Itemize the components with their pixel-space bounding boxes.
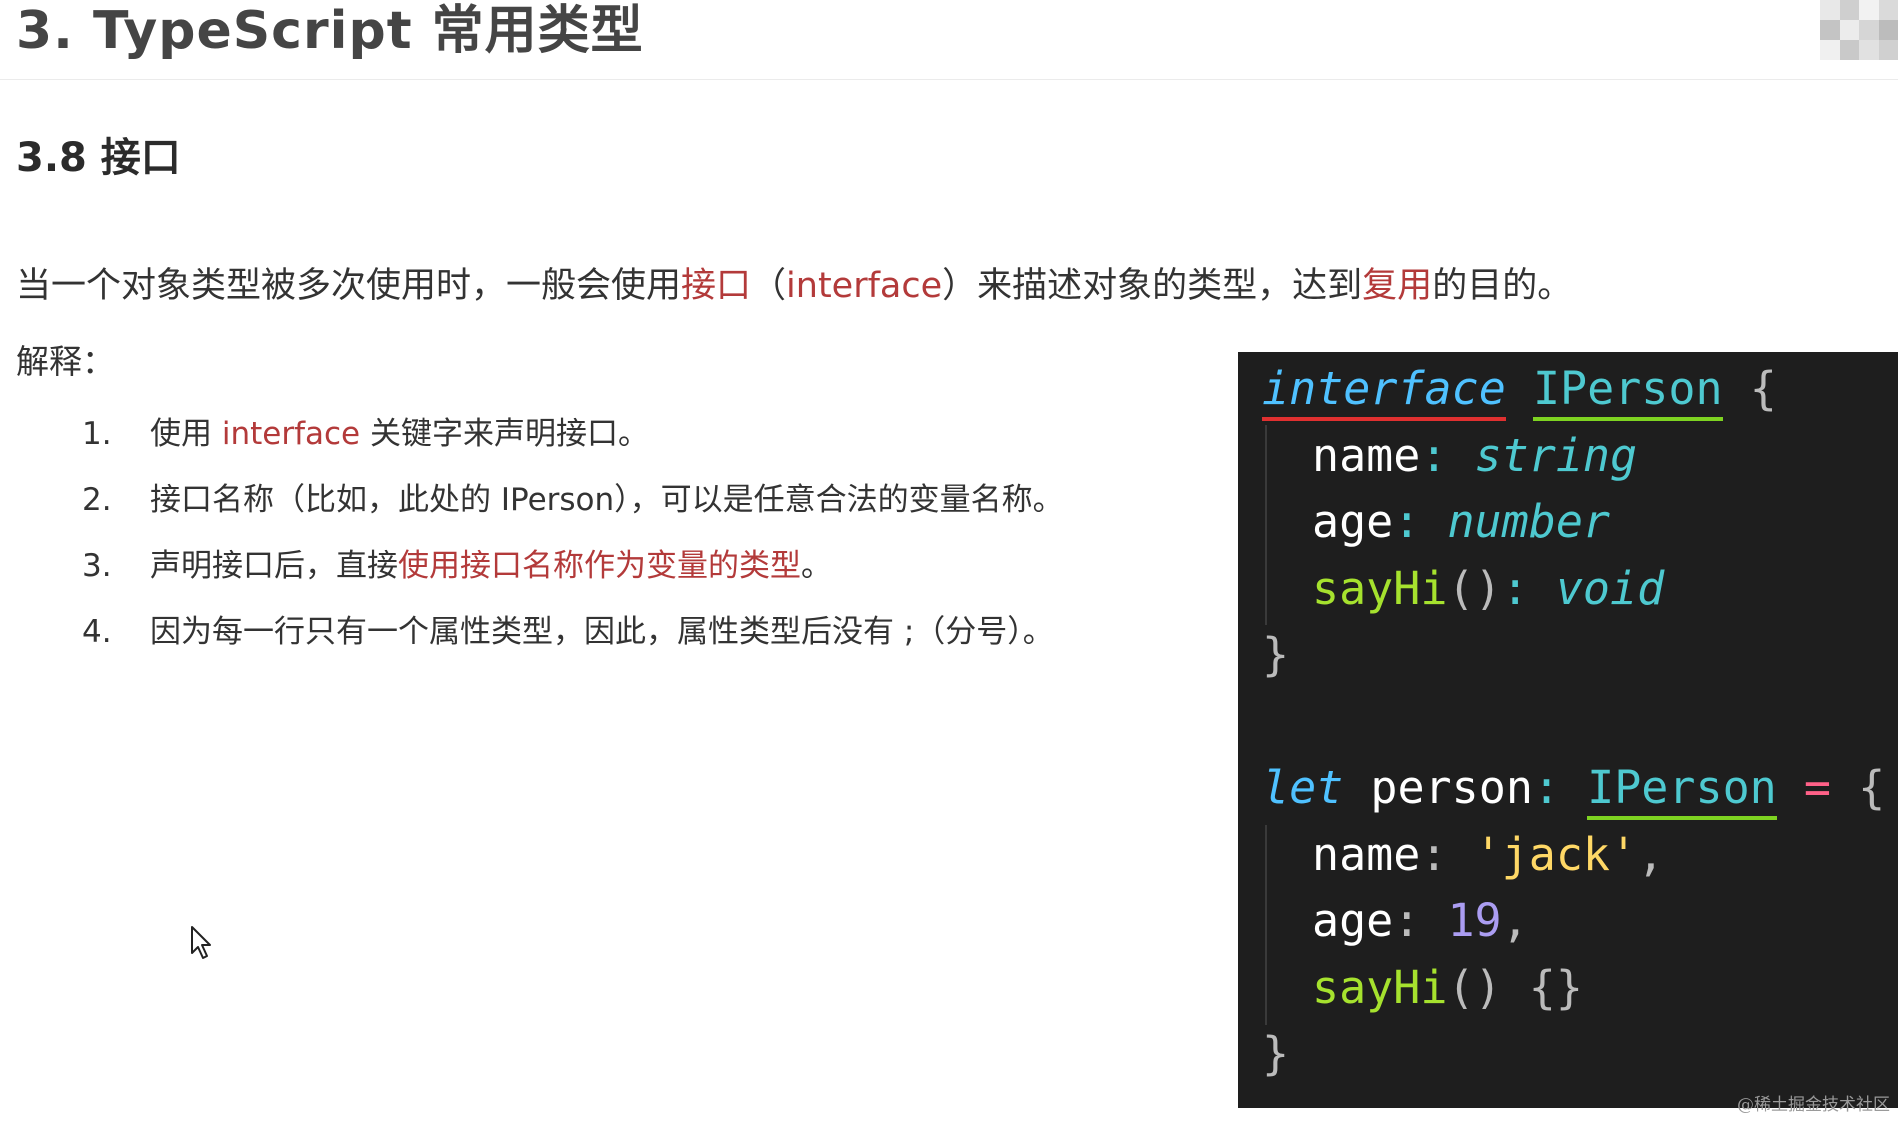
code-string-value: 'jack' [1474,827,1638,881]
list-item-number: 1. [82,416,112,452]
list-item-number: 4. [82,614,112,650]
code-type-number: number [1447,495,1611,548]
code-line: name: string [1262,423,1898,490]
code-colon: : [1420,428,1448,482]
code-variable-person: person [1370,761,1533,814]
list-item-text-part: 关键字来声明接口。 [360,416,649,452]
code-comma: , [1637,827,1665,881]
code-property-name: name [1312,827,1421,881]
avatar-pixel [1820,40,1840,60]
intro-highlight-reuse: 复用 [1362,266,1433,306]
code-line: age: number [1262,489,1898,556]
page-header: 3. TypeScript 常用类型 [0,0,1898,80]
code-line: } [1262,1021,1898,1088]
code-line: sayHi(): void [1262,556,1898,623]
code-line: name: 'jack', [1262,822,1898,889]
code-property-age: age [1312,495,1394,548]
avatar-pixel [1859,20,1879,40]
list-item-text-part: 。 [801,548,832,584]
intro-text: （ [751,266,787,306]
code-property-name: name [1312,428,1421,482]
code-brace: } [1262,1027,1290,1080]
list-item-number: 2. [82,482,112,518]
list-item-text-part: 接口名称（比如，此处的 IPerson），可以是任意合法的变量名称。 [150,482,1064,518]
code-type-annotation: IPerson [1587,761,1777,820]
list-item-number: 3. [82,548,112,584]
code-parens: () [1447,960,1502,1014]
user-avatar[interactable] [1820,0,1898,60]
code-keyword-interface: interface [1262,362,1506,421]
avatar-pixel [1859,0,1879,20]
list-item-text-part: 声明接口后，直接 [150,548,398,584]
chapter-title: 3. TypeScript 常用类型 [16,1,644,61]
code-colon: : [1501,561,1529,615]
intro-text: ）来描述对象的类型，达到 [942,266,1363,306]
code-brace: { [1749,362,1777,415]
code-keyword-let: let [1262,761,1344,814]
list-item: 2. 接口名称（比如，此处的 IPerson），可以是任意合法的变量名称。 [82,478,1064,544]
explain-label: 解释： [16,342,115,381]
list-item-highlight: interface [221,416,361,452]
list-item: 1. 使用 interface 关键字来声明接口。 [82,412,1064,478]
watermark: @稀土掘金技术社区 [1737,1095,1890,1115]
code-colon: : [1532,761,1561,814]
code-type-void: void [1555,561,1665,615]
avatar-pixel [1859,40,1879,60]
code-line: } [1262,622,1898,689]
list-item-text-part: 使用 [150,416,222,452]
code-operator-equals: = [1803,761,1831,814]
intro-text: 的目的。 [1432,266,1573,306]
code-brace: { [1858,761,1886,814]
code-method-sayhi: sayHi [1312,960,1448,1014]
code-method-sayhi: sayHi [1312,561,1448,615]
avatar-pixel [1839,0,1859,20]
avatar-pixel [1878,40,1898,60]
code-comma: , [1501,894,1529,947]
list-item-text-part: 因为每一行只有一个属性类型，因此，属性类型后没有 ;（分号）。 [150,614,1054,650]
explanation-list: 1. 使用 interface 关键字来声明接口。 2. 接口名称（比如，此处的… [82,412,1064,676]
intro-paragraph: 当一个对象类型被多次使用时，一般会使用接口（interface）来描述对象的类型… [16,262,1572,310]
code-interface-name: IPerson [1532,362,1723,421]
code-line: interface IPerson { [1262,356,1898,423]
code-colon: : [1393,495,1421,548]
code-line: let person: IPerson = { [1262,755,1898,822]
mouse-cursor-icon [191,926,211,959]
avatar-pixel [1820,20,1840,40]
list-item-text: 因为每一行只有一个属性类型，因此，属性类型后没有 ;（分号）。 [150,610,1054,676]
list-item-text: 声明接口后，直接使用接口名称作为变量的类型。 [150,544,832,610]
code-type-string: string [1474,428,1638,482]
intro-text: 当一个对象类型被多次使用时，一般会使用 [16,266,682,306]
list-item-highlight: 使用接口名称作为变量的类型 [398,548,801,584]
intro-highlight-interface: interface [786,266,943,306]
avatar-pixel [1839,20,1859,40]
code-number-value: 19 [1447,894,1502,947]
code-block: interface IPerson { name: string age: nu… [1238,352,1898,1108]
code-line: sayHi() {} [1262,955,1898,1022]
code-empty-body: {} [1528,960,1583,1014]
list-item-text: 使用 interface 关键字来声明接口。 [150,412,649,478]
intro-highlight-interface-cn: 接口 [681,266,752,306]
code-colon: : [1393,894,1421,947]
avatar-pixel [1878,0,1898,20]
section-title: 3.8 接口 [16,135,181,181]
code-colon: : [1420,827,1448,881]
code-line: age: 19, [1262,888,1898,955]
list-item: 3. 声明接口后，直接使用接口名称作为变量的类型。 [82,544,1064,610]
avatar-pixel [1878,20,1898,40]
avatar-pixel [1820,0,1840,20]
list-item-text: 接口名称（比如，此处的 IPerson），可以是任意合法的变量名称。 [150,478,1064,544]
avatar-pixel [1839,40,1859,60]
list-item: 4. 因为每一行只有一个属性类型，因此，属性类型后没有 ;（分号）。 [82,610,1064,676]
code-brace: } [1262,628,1290,681]
code-property-age: age [1312,894,1394,947]
code-parens: () [1447,561,1502,615]
